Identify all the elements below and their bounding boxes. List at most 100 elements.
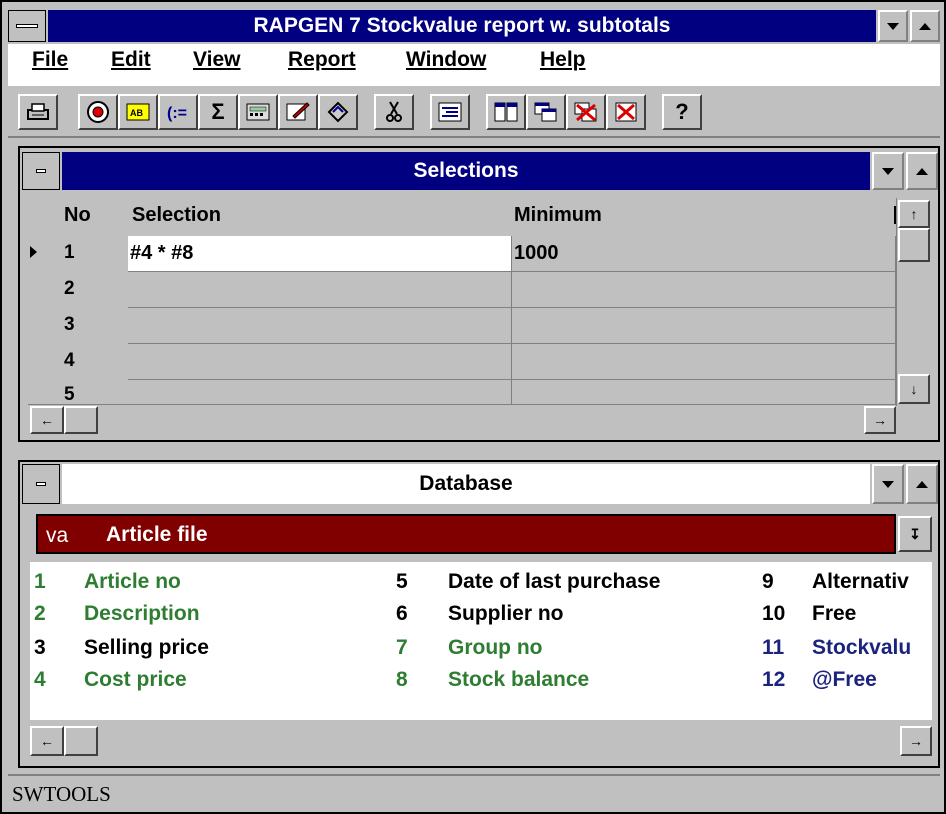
calculator-icon (246, 103, 270, 121)
file-select-dropdown-button[interactable]: ↧ (898, 516, 932, 552)
row-number: 4 (64, 350, 75, 371)
scroll-right-button[interactable]: → (900, 726, 932, 756)
menubar: File Edit View Report Window Help (8, 44, 940, 86)
ab-button[interactable]: AB (118, 94, 158, 130)
menu-view[interactable]: View (193, 48, 240, 72)
edit-button[interactable] (278, 94, 318, 130)
field-number: 4 (34, 668, 46, 691)
tile-button[interactable] (486, 94, 526, 130)
chevron-down-icon (882, 167, 894, 175)
field-number: 9 (762, 570, 774, 593)
database-title: Database (62, 464, 870, 504)
field-name[interactable]: Cost price (84, 668, 187, 692)
selection-cell[interactable] (128, 308, 512, 344)
row-number: 2 (64, 278, 75, 299)
minimum-cell[interactable] (512, 308, 896, 344)
diamond-button[interactable] (318, 94, 358, 130)
scroll-left-button[interactable]: ← (30, 406, 64, 434)
file-code: va (46, 524, 69, 547)
file-name: Article file (106, 523, 208, 546)
database-horizontal-scrollbar[interactable] (28, 724, 932, 756)
scroll-thumb[interactable] (898, 228, 930, 262)
field-number: 3 (34, 636, 46, 659)
cascade-button[interactable] (526, 94, 566, 130)
close-all-button[interactable] (566, 94, 606, 130)
menu-help[interactable]: Help (540, 48, 586, 72)
tile-icon (494, 102, 518, 122)
maximize-button[interactable] (910, 10, 940, 42)
selection-cell[interactable] (128, 344, 512, 380)
field-name[interactable]: Stock balance (448, 668, 589, 692)
database-maximize-button[interactable] (906, 464, 938, 504)
column-header-selection: Selection (132, 204, 221, 226)
field-name[interactable]: Group no (448, 636, 542, 660)
row-number: 1 (64, 242, 75, 263)
ab-icon: AB (126, 103, 150, 121)
cut-button[interactable] (374, 94, 414, 130)
scissors-icon (386, 101, 402, 122)
scroll-thumb[interactable] (64, 406, 98, 434)
field-name[interactable]: @Free (812, 668, 877, 692)
minimum-cell[interactable] (512, 344, 896, 380)
field-name[interactable]: Free (812, 602, 856, 626)
selection-cell[interactable] (128, 272, 512, 308)
field-number: 12 (762, 668, 786, 691)
field-number: 7 (396, 636, 408, 659)
file-select[interactable]: va Article file (36, 514, 896, 554)
menu-file[interactable]: File (32, 48, 68, 72)
svg-text:(:=: (:= (167, 105, 187, 122)
arrow-right-icon: → (873, 412, 887, 428)
minimum-cell[interactable] (512, 380, 896, 404)
field-name[interactable]: Alternativ (812, 570, 909, 594)
field-name[interactable]: Article no (84, 570, 181, 594)
selections-minimize-button[interactable] (872, 152, 904, 190)
edit-icon (286, 102, 310, 121)
field-name[interactable]: Stockvalu (812, 636, 911, 660)
scroll-right-button[interactable]: → (864, 406, 896, 434)
database-system-menu-icon[interactable] (22, 464, 60, 504)
menu-edit[interactable]: Edit (111, 48, 151, 72)
field-name[interactable]: Date of last purchase (448, 570, 660, 594)
minimize-button[interactable] (878, 10, 908, 42)
menu-report[interactable]: Report (288, 48, 356, 72)
field-number: 1 (34, 570, 46, 593)
print-icon (27, 103, 49, 120)
minimum-cell[interactable]: 1000 (512, 236, 896, 272)
print-button[interactable] (18, 94, 58, 130)
cascade-icon (534, 102, 557, 122)
sum-button[interactable]: Σ (198, 94, 238, 130)
chevron-down-icon (882, 480, 894, 488)
target-button[interactable] (78, 94, 118, 130)
field-number: 2 (34, 602, 46, 625)
help-button[interactable]: ? (662, 94, 702, 130)
scroll-up-button[interactable]: ↑ (898, 200, 930, 228)
indent-button[interactable] (430, 94, 470, 130)
selection-cell[interactable]: #4 * #8 (128, 236, 512, 272)
bracket-button[interactable]: (:= (158, 94, 198, 130)
column-header-no: No (64, 204, 91, 226)
scroll-thumb[interactable] (64, 726, 98, 756)
selections-horizontal-scrollbar[interactable] (28, 404, 896, 434)
minimum-cell[interactable] (512, 272, 896, 308)
menu-window[interactable]: Window (406, 48, 486, 72)
bracket-icon: (:= (167, 105, 187, 122)
chevron-up-icon (916, 167, 928, 175)
field-column-3: 9 Alternativ 10 Free 11 Stockvalu 12 @Fr… (750, 562, 932, 720)
column-header-minimum: Minimum (514, 204, 602, 226)
field-list: 1 Article no 2 Description 3 Selling pri… (30, 562, 932, 720)
selection-cell[interactable] (128, 380, 512, 404)
database-minimize-button[interactable] (872, 464, 904, 504)
field-name[interactable]: Description (84, 602, 200, 626)
chevron-down-icon (887, 22, 899, 30)
system-menu-icon[interactable] (8, 10, 46, 42)
field-name[interactable]: Selling price (84, 636, 209, 660)
field-number: 11 (762, 636, 785, 659)
calculator-button[interactable] (238, 94, 278, 130)
scroll-left-button[interactable]: ← (30, 726, 64, 756)
field-name[interactable]: Supplier no (448, 602, 564, 626)
selections-maximize-button[interactable] (906, 152, 938, 190)
field-number: 8 (396, 668, 408, 691)
close-window-button[interactable] (606, 94, 646, 130)
selections-system-menu-icon[interactable] (22, 152, 60, 190)
scroll-down-button[interactable]: ↓ (898, 374, 930, 404)
